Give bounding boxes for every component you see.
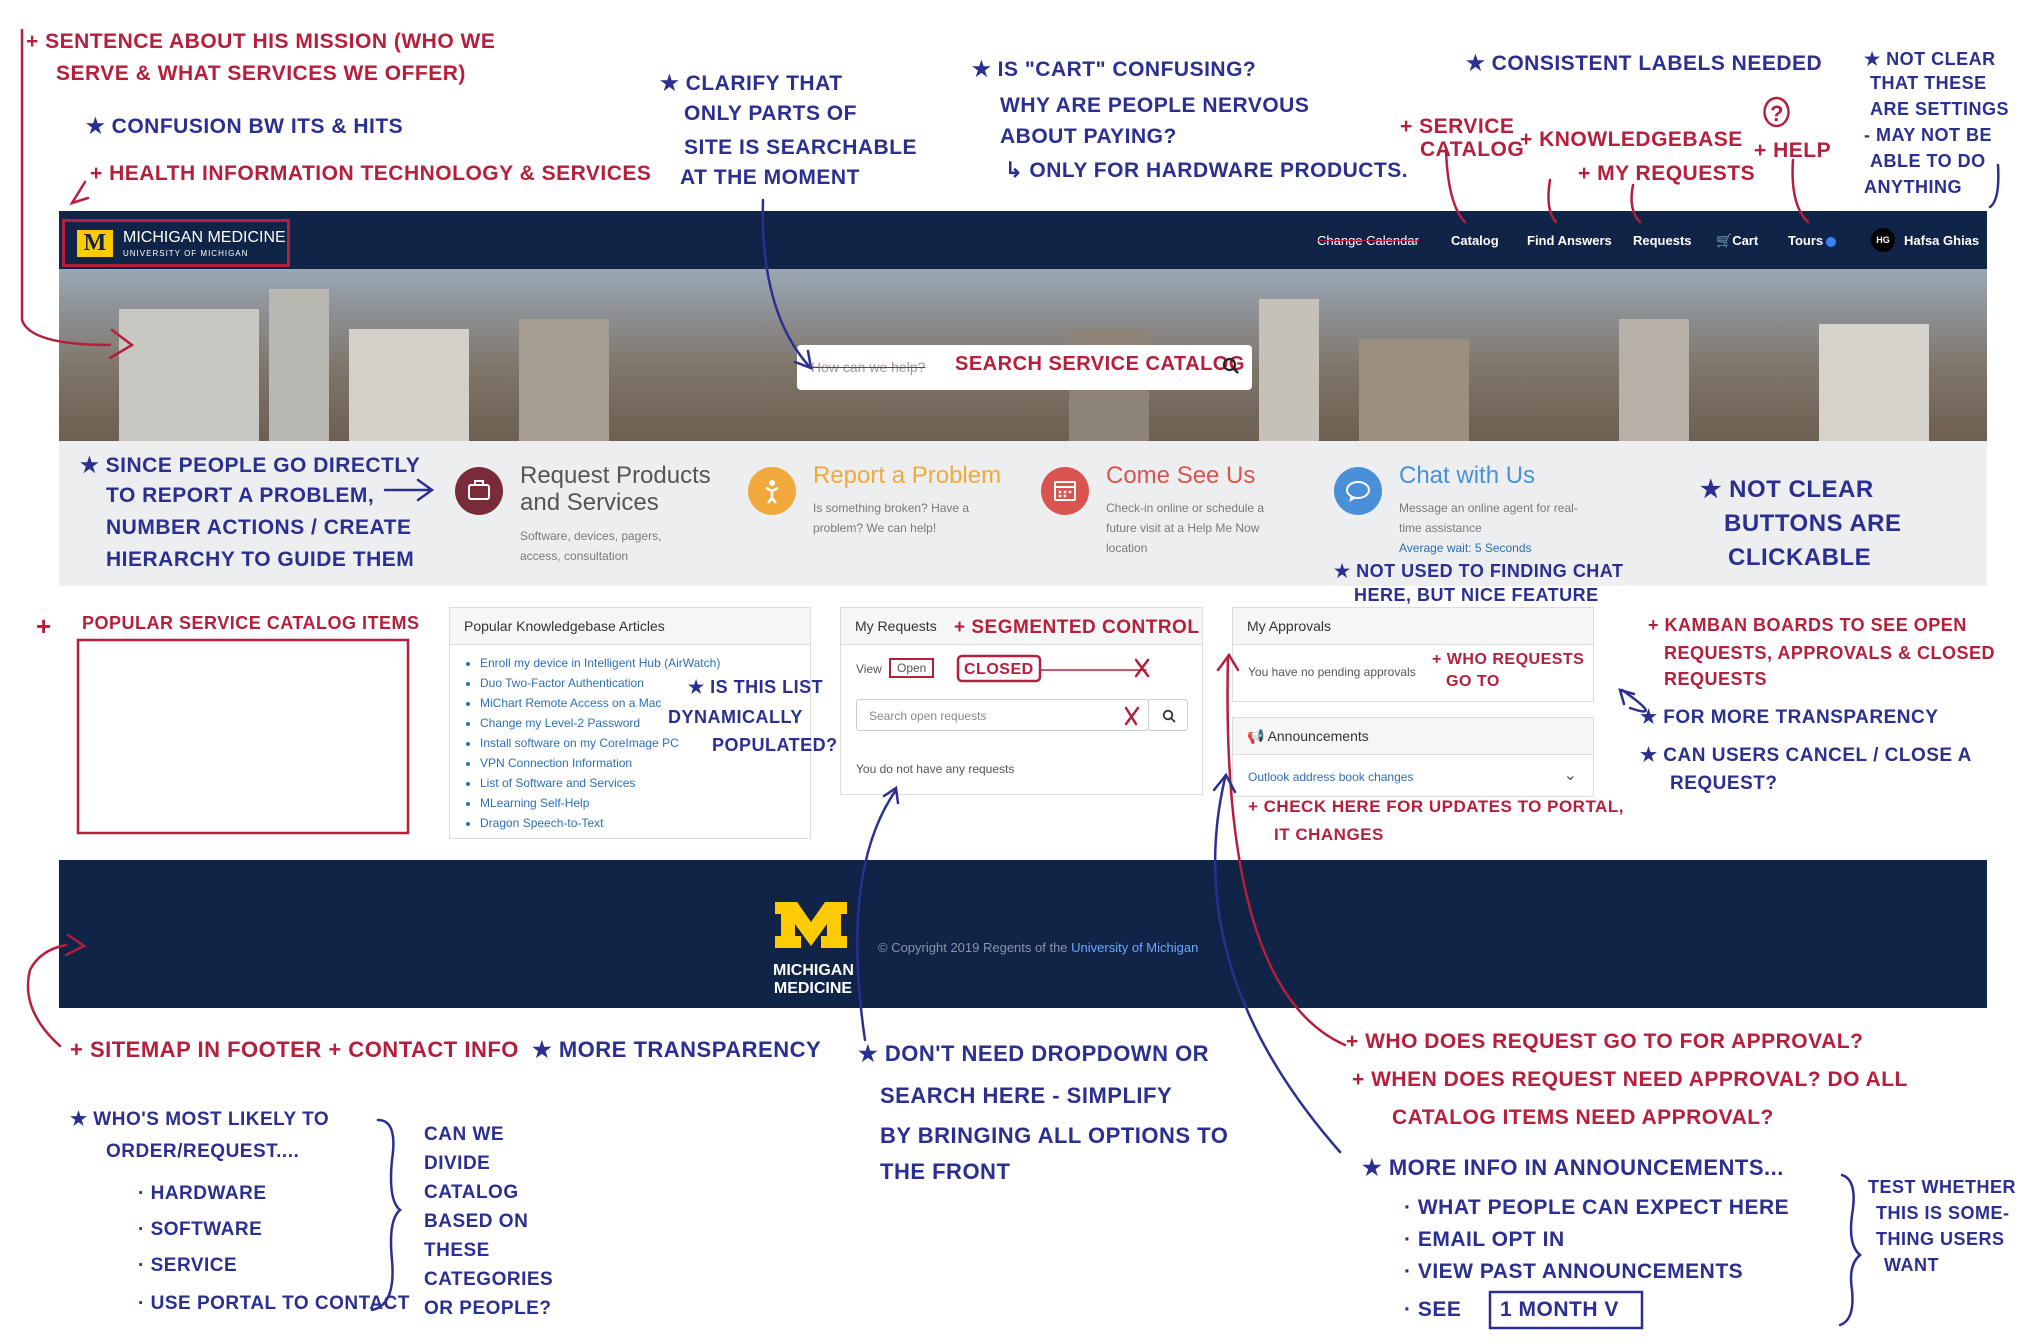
- note-dynamic-1: ★ IS THIS LIST: [688, 677, 824, 697]
- note-announcements-1: ★ MORE INFO IN ANNOUNCEMENTS...: [1362, 1155, 1784, 1180]
- note-mission-1: + SENTENCE ABOUT HIS MISSION (WHO WE: [26, 30, 496, 53]
- note-check-updates-1: + CHECK HERE FOR UPDATES TO PORTAL,: [1248, 797, 1624, 816]
- note-order-6: · USE PORTAL TO CONTACT: [138, 1293, 410, 1314]
- note-approval-2: + WHEN DOES REQUEST NEED APPROVAL? DO AL…: [1352, 1068, 1908, 1091]
- note-settings-6: ANYTHING: [1864, 177, 1962, 197]
- note-order-3: · HARDWARE: [138, 1183, 267, 1204]
- note-plus: +: [36, 611, 52, 641]
- note-kanban-3: REQUESTS: [1664, 669, 1768, 689]
- note-test-3: THING USERS: [1876, 1229, 2005, 1249]
- note-closed: CLOSED: [964, 661, 1034, 678]
- note-divide-2: DIVIDE: [424, 1153, 491, 1174]
- note-settings-4: - MAY NOT BE: [1864, 125, 1993, 145]
- note-searchable-4: AT THE MOMENT: [680, 166, 860, 189]
- note-knowledgebase: + KNOWLEDGEBASE: [1520, 128, 1743, 151]
- note-divide-5: THESE: [424, 1240, 490, 1261]
- note-buttons-2: BUTTONS ARE: [1724, 510, 1902, 537]
- note-announcements-3: · EMAIL OPT IN: [1404, 1228, 1565, 1251]
- note-more-transparency: ★ MORE TRANSPARENCY: [532, 1037, 822, 1062]
- note-chat-1: ★ NOT USED TO FINDING CHAT: [1334, 561, 1624, 581]
- note-approval-3: CATALOG ITEMS NEED APPROVAL?: [1392, 1106, 1774, 1129]
- note-who-requests-2: GO TO: [1446, 673, 1500, 690]
- note-dropdown-2: SEARCH HERE - SIMPLIFY: [880, 1083, 1173, 1108]
- note-announcements-4: · VIEW PAST ANNOUNCEMENTS: [1404, 1260, 1744, 1283]
- note-searchable-2: ONLY PARTS OF: [684, 102, 857, 125]
- note-buttons-1: ★ NOT CLEAR: [1700, 476, 1874, 503]
- note-buttons-3: CLICKABLE: [1728, 544, 1872, 571]
- note-settings-2: THAT THESE: [1870, 73, 1987, 93]
- note-dropdown-1: ★ DON'T NEED DROPDOWN OR: [858, 1041, 1210, 1066]
- note-cancel-1: ★ CAN USERS CANCEL / CLOSE A: [1640, 745, 1972, 766]
- note-check-updates-2: IT CHANGES: [1274, 825, 1384, 844]
- note-cart-4: ↳ ONLY FOR HARDWARE PRODUCTS.: [1005, 159, 1409, 182]
- note-kanban-2: REQUESTS, APPROVALS & CLOSED: [1664, 643, 1996, 663]
- note-cart-2: WHY ARE PEOPLE NERVOUS: [1000, 94, 1310, 117]
- note-settings-5: ABLE TO DO: [1870, 151, 1986, 171]
- note-direct-2: TO REPORT A PROBLEM,: [106, 484, 375, 507]
- note-labels: ★ CONSISTENT LABELS NEEDED: [1466, 52, 1823, 75]
- note-searchable-3: SITE IS SEARCHABLE: [684, 136, 918, 159]
- note-dynamic-2: DYNAMICALLY: [668, 707, 803, 727]
- note-divide-1: CAN WE: [424, 1124, 505, 1145]
- note-sitemap: + SITEMAP IN FOOTER + CONTACT INFO: [70, 1037, 519, 1062]
- note-divide-7: OR PEOPLE?: [424, 1298, 552, 1319]
- note-chat-2: HERE, BUT NICE FEATURE: [1354, 585, 1599, 605]
- note-mission-2: SERVE & WHAT SERVICES WE OFFER): [56, 62, 466, 85]
- note-divide: CAN WE DIVIDE CATALOG BASED ON THESE CAT…: [424, 1120, 553, 1323]
- note-help-q: ?: [1770, 101, 1784, 126]
- note-order-1: ★ WHO'S MOST LIKELY TO: [70, 1109, 330, 1130]
- note-direct-3: NUMBER ACTIONS / CREATE: [106, 516, 412, 539]
- note-dropdown-3: BY BRINGING ALL OPTIONS TO: [880, 1123, 1229, 1148]
- note-announcements-5: · SEE: [1404, 1298, 1462, 1321]
- note-order-4: · SOFTWARE: [138, 1219, 263, 1240]
- note-divide-4: BASED ON: [424, 1211, 529, 1232]
- note-order-5: · SERVICE: [138, 1255, 238, 1276]
- note-announcements-2: · WHAT PEOPLE CAN EXPECT HERE: [1404, 1196, 1790, 1219]
- note-cart-3: ABOUT PAYING?: [1000, 125, 1177, 148]
- note-announcements-6: 1 MONTH V: [1500, 1298, 1619, 1321]
- note-dynamic-3: POPULATED?: [712, 735, 838, 755]
- note-divide-6: CATEGORIES: [424, 1269, 554, 1290]
- note-cancel-2: REQUEST?: [1670, 773, 1778, 794]
- note-help: + HELP: [1754, 139, 1832, 162]
- note-test-4: WANT: [1884, 1255, 1939, 1275]
- note-searchable-1: ★ CLARIFY THAT: [660, 72, 843, 95]
- note-service-2: CATALOG: [1420, 138, 1525, 161]
- note-kanban-1: + KAMBAN BOARDS TO SEE OPEN: [1648, 615, 1967, 635]
- note-settings-3: ARE SETTINGS: [1870, 99, 2010, 119]
- note-approval-1: + WHO DOES REQUEST GO TO FOR APPROVAL?: [1346, 1030, 1864, 1053]
- note-transparency: ★ FOR MORE TRANSPARENCY: [1640, 707, 1939, 728]
- note-settings-1: ★ NOT CLEAR: [1864, 49, 1996, 69]
- note-direct-1: ★ SINCE PEOPLE GO DIRECTLY: [80, 454, 421, 477]
- note-its-hits: ★ CONFUSION BW ITS & HITS: [86, 115, 404, 138]
- note-order-2: ORDER/REQUEST....: [106, 1141, 300, 1162]
- note-divide-3: CATALOG: [424, 1182, 519, 1203]
- note-test-2: THIS IS SOME-: [1876, 1203, 2010, 1223]
- note-direct-4: HIERARCHY TO GUIDE THEM: [106, 548, 415, 571]
- note-cart-1: ★ IS "CART" CONFUSING?: [972, 58, 1257, 81]
- note-dropdown-4: THE FRONT: [880, 1159, 1011, 1184]
- note-who-requests-1: + WHO REQUESTS: [1432, 651, 1585, 668]
- note-health-it: + HEALTH INFORMATION TECHNOLOGY & SERVIC…: [90, 162, 652, 185]
- note-my-requests: + MY REQUESTS: [1578, 162, 1756, 185]
- note-segmented-control: + SEGMENTED CONTROL: [954, 617, 1200, 638]
- note-test-1: TEST WHETHER: [1868, 1177, 2016, 1197]
- note-popular-items: POPULAR SERVICE CATALOG ITEMS: [82, 613, 420, 633]
